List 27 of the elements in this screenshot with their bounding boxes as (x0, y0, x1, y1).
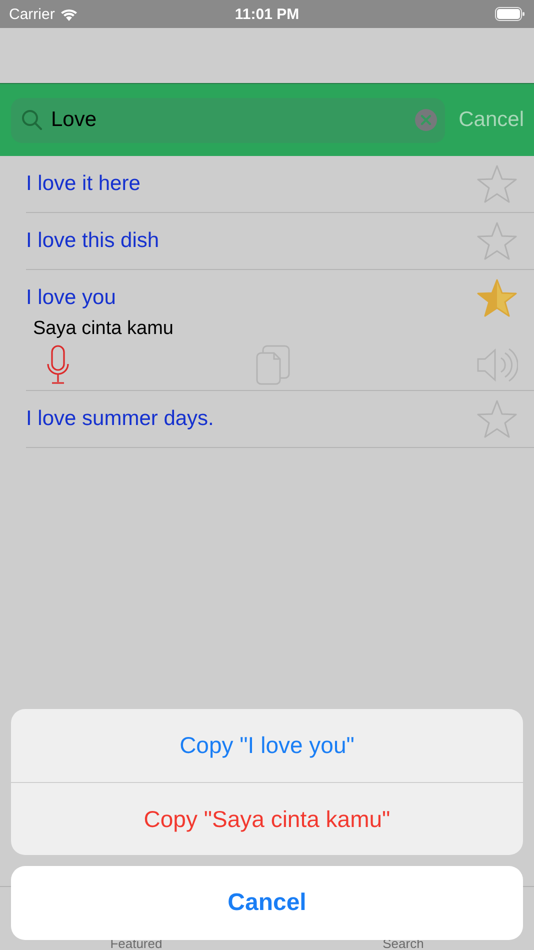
search-icon (21, 109, 43, 131)
copy-icon[interactable] (256, 345, 290, 385)
copy-action-button[interactable]: Copy "Saya cinta kamu" (11, 782, 523, 855)
phrase-text: I love this dish (26, 229, 160, 253)
clock-time: 11:01 PM (234, 6, 300, 22)
carrier-label: Carrier (9, 6, 55, 22)
result-row[interactable]: I love you Saya cinta kamu (26, 270, 534, 391)
wifi-icon (60, 8, 78, 20)
clear-icon[interactable] (414, 109, 437, 131)
cancel-button[interactable]: Cancel (11, 866, 523, 940)
star-icon[interactable] (476, 399, 518, 439)
star-icon[interactable] (476, 164, 518, 204)
phrase-text: I love you (26, 286, 116, 310)
result-row[interactable]: I love summer days. (26, 391, 534, 448)
star-icon[interactable] (476, 278, 518, 318)
phrase-text: I love it here (26, 172, 140, 196)
search-field[interactable]: Love (11, 98, 445, 142)
result-row[interactable]: I love this dish (26, 213, 534, 270)
result-row[interactable]: I love it here (26, 156, 534, 213)
cancel-link[interactable]: Cancel (458, 108, 524, 132)
speaker-icon[interactable] (476, 348, 518, 382)
translation-text: Saya cinta kamu (33, 318, 174, 340)
copy-action-button[interactable]: Copy "I love you" (11, 709, 523, 782)
battery-icon (495, 7, 525, 21)
microphone-icon[interactable] (46, 345, 70, 385)
phrase-text: I love summer days. (26, 407, 214, 431)
star-icon[interactable] (476, 221, 518, 261)
